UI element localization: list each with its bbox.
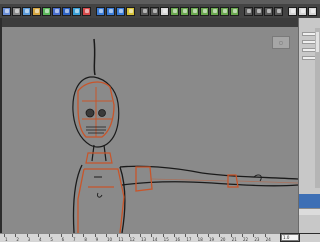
- curve-cv-icon[interactable]: [200, 6, 209, 16]
- timeline-frame-label: 9: [95, 237, 99, 242]
- snap-point-icon[interactable]: [116, 6, 125, 16]
- layout-single-icon[interactable]: [288, 6, 297, 16]
- viewport-3d[interactable]: [2, 27, 298, 233]
- timeline-frame-label: 2: [16, 237, 19, 242]
- right-eye: [98, 109, 106, 117]
- layer-editor-row[interactable]: [299, 208, 320, 215]
- lasso-icon[interactable]: [12, 6, 21, 16]
- timeline-frame-label: 17: [186, 237, 192, 242]
- scale-icon[interactable]: [52, 6, 61, 16]
- arm-guide-line: [151, 178, 298, 184]
- time-slider[interactable]: 1 2 3 4 5 6 7 8 9 10 11 12 13 14 15 16 17 18 19 20 21 22 23 24: [0, 233, 280, 242]
- shelf-separator: [240, 7, 243, 16]
- plane-icon[interactable]: [274, 6, 283, 16]
- timeline-frame-label: 6: [61, 237, 65, 242]
- playback-controls[interactable]: [300, 234, 320, 242]
- timeline-frame-label: 21: [231, 237, 237, 242]
- arm-upper-outline: [119, 165, 213, 186]
- cube-icon[interactable]: [254, 6, 263, 16]
- paint-select-icon[interactable]: [22, 6, 31, 16]
- torso-outline: [72, 164, 126, 233]
- timeline-frame-label: 22: [243, 237, 249, 242]
- timeline-frame-label: 7: [73, 237, 76, 242]
- render-settings-icon[interactable]: [160, 6, 169, 16]
- timeline-frame-label: 11: [118, 237, 124, 242]
- pencil-curve-icon[interactable]: [220, 6, 229, 16]
- show-manip-icon[interactable]: [82, 6, 91, 16]
- side-panel-scrollbar[interactable]: [315, 28, 320, 188]
- move-icon[interactable]: [32, 6, 41, 16]
- shelf-separator: [136, 7, 139, 16]
- view-cube[interactable]: ▢: [272, 36, 290, 49]
- timeline-frame-label: 12: [129, 237, 135, 242]
- timeline-frame-label: 4: [39, 237, 42, 242]
- timeline-frame-label: 24: [265, 237, 271, 242]
- layer-editor-selected-layer[interactable]: [299, 194, 320, 208]
- cylinder-icon[interactable]: [264, 6, 273, 16]
- arm-lower-outline: [201, 172, 298, 187]
- shoulder-guide: [135, 166, 153, 192]
- timeline-frame-label: 19: [209, 237, 215, 242]
- snap-curve-icon[interactable]: [106, 6, 115, 16]
- timeline-frame-label: 14: [152, 237, 158, 242]
- curve-ep-icon[interactable]: [210, 6, 219, 16]
- timeline-frame-label: 5: [50, 237, 53, 242]
- shelf-separator: [284, 7, 287, 16]
- maya-application: ▢ 1 2 3 4 5 6 7 8 9 10 11 12 13 14 15 16 17 18 19 20 21 22 23 2…: [0, 0, 320, 242]
- layout-four-icon[interactable]: [298, 6, 307, 16]
- timeline-frame-label: 23: [254, 237, 260, 242]
- sphere-icon[interactable]: [244, 6, 253, 16]
- viewport-panel-menu: [2, 18, 298, 27]
- left-eye: [85, 108, 95, 118]
- rotate-icon[interactable]: [42, 6, 51, 16]
- view-cube-face-icon: ▢: [279, 40, 283, 45]
- timeline-frame-label: 16: [175, 237, 181, 242]
- hypershade-icon[interactable]: [170, 6, 179, 16]
- snap-view-icon[interactable]: [126, 6, 135, 16]
- timeline-frame-label: 1: [5, 237, 8, 242]
- timeline-frame-label: 3: [27, 237, 31, 242]
- universal-manip-icon[interactable]: [62, 6, 71, 16]
- ipr-render-icon[interactable]: [150, 6, 159, 16]
- soft-mod-icon[interactable]: [72, 6, 81, 16]
- side-panel-scroll-thumb[interactable]: [316, 32, 319, 52]
- neck-guide: [85, 152, 113, 164]
- outliner-icon[interactable]: [190, 6, 199, 16]
- tool-shelf: [0, 4, 320, 18]
- timeline-frame-label: 10: [107, 237, 113, 242]
- elbow-guide: [227, 174, 239, 188]
- timeline-frame-label: 13: [141, 237, 147, 242]
- timeline-frame-label: 8: [84, 237, 87, 242]
- render-icon[interactable]: [140, 6, 149, 16]
- timeline-frame-label: 18: [197, 237, 203, 242]
- graph-editor-icon[interactable]: [180, 6, 189, 16]
- timeline-frame-label: 15: [163, 237, 169, 242]
- shelf-separator: [92, 7, 95, 16]
- torso-guide: [77, 168, 125, 233]
- select-icon[interactable]: [2, 6, 11, 16]
- wrist-detail: [253, 174, 262, 182]
- antenna-stroke: [93, 38, 96, 76]
- arc-tool-icon[interactable]: [230, 6, 239, 16]
- layout-side-icon[interactable]: [308, 6, 317, 16]
- current-frame-field[interactable]: 1.0: [281, 234, 299, 241]
- snap-grid-icon[interactable]: [96, 6, 105, 16]
- character-sketch-canvas: [72, 38, 298, 233]
- timeline-frame-label: 20: [220, 237, 226, 242]
